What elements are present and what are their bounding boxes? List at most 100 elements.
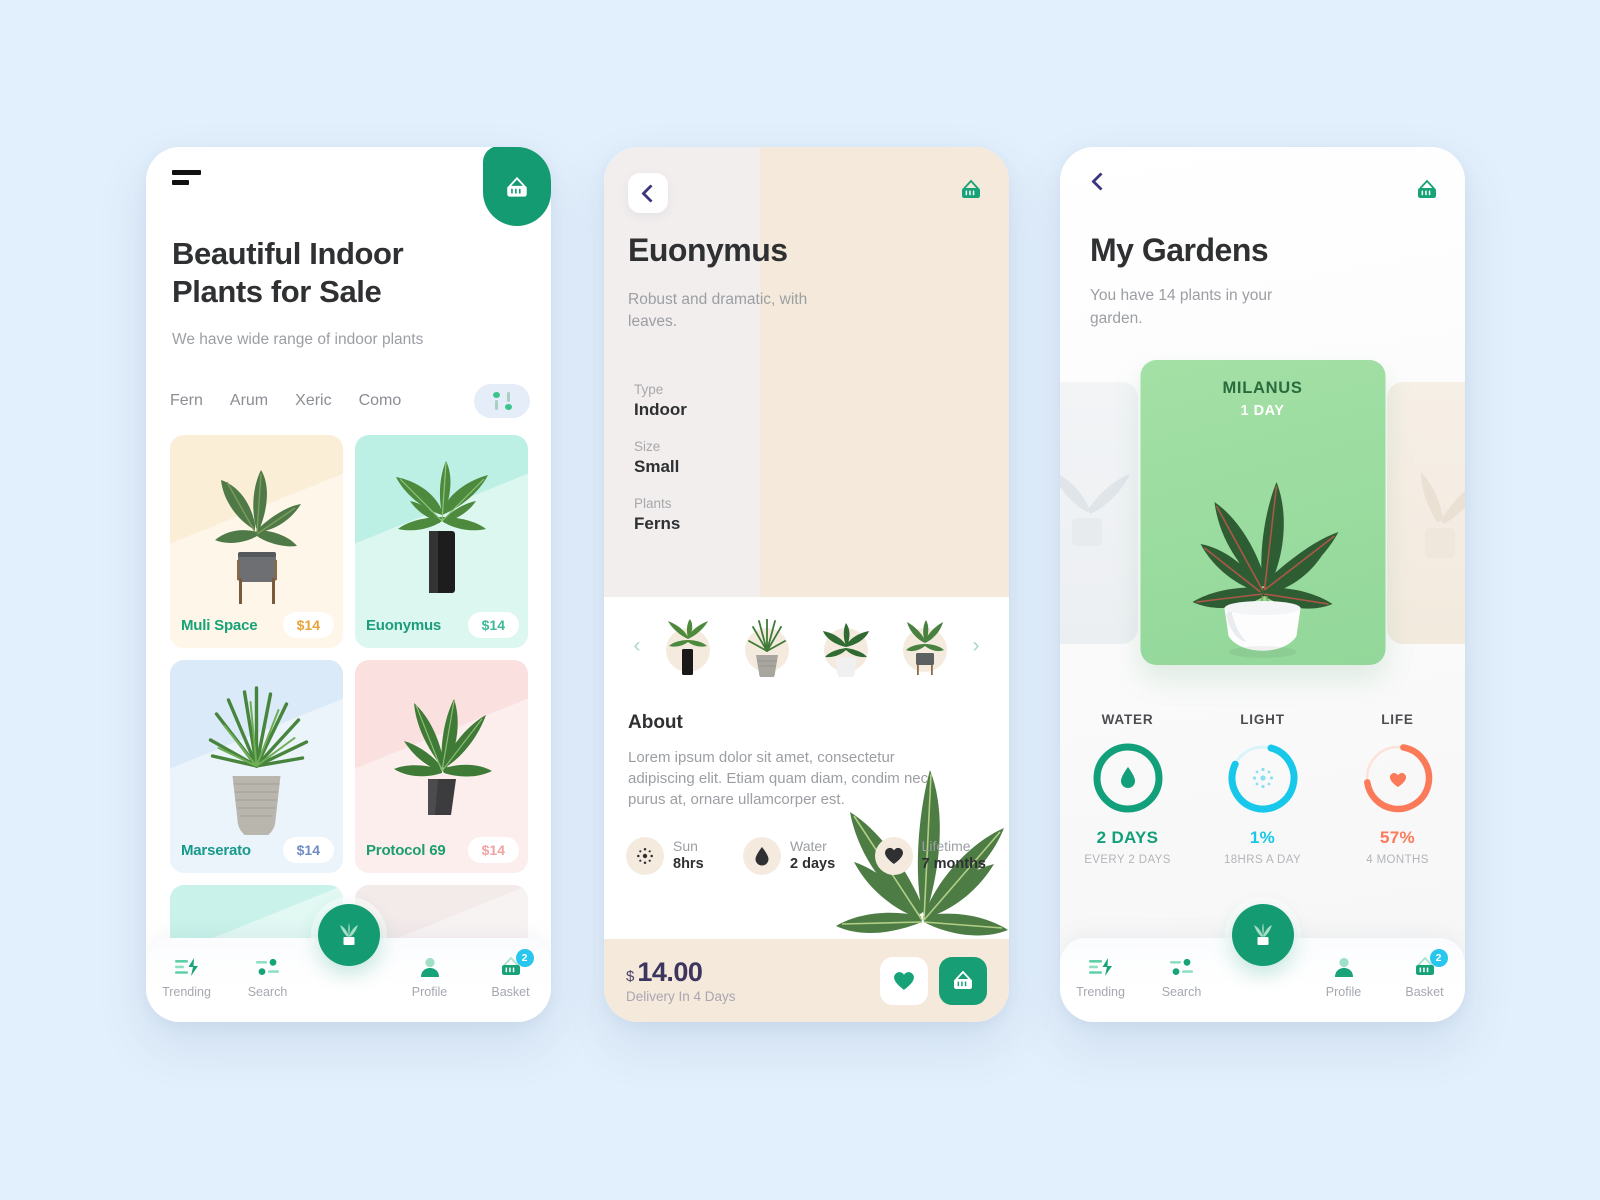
metric-ring	[1089, 739, 1167, 817]
nav-item-basket[interactable]: 2 Basket	[1384, 949, 1465, 999]
plant-image	[393, 699, 492, 815]
page-subtitle: You have 14 plants in your garden.	[1090, 287, 1273, 327]
tab-xeric[interactable]: Xeric	[295, 392, 331, 410]
nav-item-profile[interactable]: Profile	[1303, 956, 1384, 999]
tab-fern[interactable]: Fern	[170, 392, 203, 410]
attribute-value: 8hrs	[673, 856, 704, 872]
metric-ring	[1224, 739, 1302, 817]
basket-icon	[954, 970, 972, 989]
nav-item-search[interactable]: Search	[1141, 956, 1222, 999]
product-card[interactable]: Protocol 69 $14	[355, 660, 528, 873]
carousel-side-card[interactable]	[1387, 382, 1465, 644]
plant-image	[208, 686, 308, 835]
attribute-sun: Sun 8hrs	[626, 837, 704, 875]
metric-value: 1%	[1249, 828, 1276, 847]
about-heading: About	[628, 712, 683, 733]
spec-list: Type Indoor Size Small Plants Ferns	[634, 382, 687, 553]
heart-icon	[874, 837, 913, 875]
product-title: Euonymus	[628, 232, 788, 268]
chevron-left-icon	[1091, 172, 1110, 191]
nav-label: Search	[1161, 985, 1202, 999]
product-card[interactable]: Marserato $14	[170, 660, 343, 873]
carousel-next-button[interactable]: ›	[965, 634, 987, 658]
spec-value: Indoor	[634, 400, 687, 419]
plant-image	[214, 470, 301, 604]
thumbnail-item[interactable]	[894, 615, 956, 677]
tab-como[interactable]: Como	[359, 392, 402, 410]
carousel-prev-button[interactable]: ‹	[626, 634, 648, 658]
nav-item-basket[interactable]: 2 Basket	[470, 949, 551, 999]
add-plant-fab[interactable]	[317, 904, 380, 966]
attribute-water: Water 2 days	[743, 837, 835, 875]
spec-label: Plants	[634, 496, 672, 511]
thumbnail-item[interactable]	[657, 615, 719, 677]
metric-title: LIGHT	[1240, 712, 1285, 727]
cart-button[interactable]	[483, 147, 551, 226]
add-plant-fab[interactable]	[1231, 904, 1294, 966]
spec-label: Size	[634, 439, 661, 454]
nav-label: Profile	[1325, 985, 1362, 999]
metric-light: LIGHT 1% 18HRS A DAY	[1195, 712, 1330, 866]
product-card[interactable]: Muli Space $14	[170, 435, 343, 648]
phone-screen-gardens: My Gardens You have 14 plants in your ga…	[1060, 147, 1465, 1022]
metric-note: 18HRS A DAY	[1223, 854, 1302, 866]
trending-icon	[1088, 956, 1113, 978]
cart-button[interactable]	[1415, 179, 1439, 206]
basket-icon	[962, 180, 980, 198]
about-text: Lorem ipsum dolor sit amet, consectetur …	[628, 749, 929, 808]
spec-value: Small	[634, 457, 680, 476]
cart-button[interactable]	[959, 179, 983, 206]
nav-item-profile[interactable]: Profile	[389, 956, 470, 999]
carousel-side-card[interactable]	[1060, 382, 1138, 644]
chevron-left-icon	[640, 183, 660, 203]
product-grid: Muli Space $14 Euonymus $14 Marserato $1…	[170, 435, 528, 975]
metric-note: 4 MONTHS	[1366, 854, 1429, 866]
basket-badge: 2	[515, 949, 534, 967]
screens-stage: Beautiful Indoor Plants for Sale We have…	[0, 0, 1600, 1200]
attribute-label: Water	[790, 838, 827, 854]
plant-metrics: WATER 2 DAYS EVERY 2 DAYS LIGHT 1% 18HRS…	[1060, 712, 1465, 866]
nav-label: Trending	[1076, 985, 1125, 999]
spec-type: Type Indoor	[634, 382, 687, 420]
metric-title: WATER	[1101, 712, 1154, 727]
thumbnail-item[interactable]	[736, 615, 798, 677]
page-subtitle: We have wide range of indoor plants	[172, 331, 424, 348]
phone-screen-home: Beautiful Indoor Plants for Sale We have…	[146, 147, 551, 1022]
thumbnail-item[interactable]	[815, 615, 877, 677]
trending-icon	[174, 956, 199, 978]
metric-life: LIFE 57% 4 MONTHS	[1330, 712, 1465, 866]
metric-value: 2 DAYS	[1096, 828, 1159, 847]
back-button[interactable]	[628, 173, 668, 213]
garden-card-name: MILANUS	[1222, 379, 1303, 397]
category-tabs: Fern Arum Xeric Como	[170, 384, 530, 418]
garden-card-days: 1 DAY	[1240, 403, 1285, 419]
filter-icon	[492, 392, 500, 410]
plant-icon	[339, 923, 358, 945]
phone-screen-detail: Euonymus Robust and dramatic, with leave…	[604, 147, 1009, 1022]
attribute-lifetime: Lifetime 7 months	[874, 837, 986, 875]
tab-arum[interactable]: Arum	[230, 392, 268, 410]
back-button[interactable]	[1090, 172, 1110, 191]
thumbnail-carousel: ‹ ›	[604, 597, 1009, 695]
product-card[interactable]: Euonymus $14	[355, 435, 528, 648]
add-to-cart-button[interactable]	[939, 956, 987, 1005]
nav-item-trending[interactable]: Trending	[146, 956, 227, 999]
profile-icon	[419, 956, 441, 978]
garden-main-card[interactable]: MILANUS 1 DAY	[1140, 360, 1385, 665]
attribute-value: 7 months	[921, 856, 986, 872]
profile-icon	[1333, 956, 1355, 978]
filter-button[interactable]	[474, 384, 530, 418]
nav-label: Trending	[162, 985, 211, 999]
hamburger-icon[interactable]	[172, 170, 206, 185]
nav-item-search[interactable]: Search	[227, 956, 308, 999]
product-price: $14	[467, 612, 519, 638]
metric-value: 57%	[1380, 828, 1415, 847]
metric-water: WATER 2 DAYS EVERY 2 DAYS	[1060, 712, 1195, 866]
attribute-label: Sun	[673, 838, 698, 854]
basket-icon: 2	[1413, 949, 1448, 978]
delivery-text: Delivery In 4 Days	[626, 989, 736, 1004]
basket-icon: 2	[499, 949, 534, 978]
nav-item-trending[interactable]: Trending	[1060, 956, 1141, 999]
favorite-button[interactable]	[880, 956, 928, 1005]
search-icon	[1169, 956, 1194, 978]
